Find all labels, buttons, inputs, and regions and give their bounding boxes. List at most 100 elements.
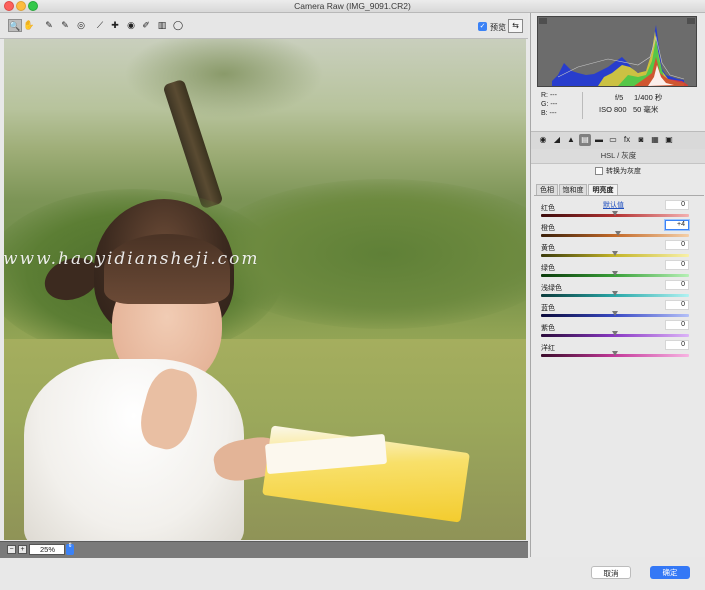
- tab-lens[interactable]: ▭: [607, 134, 619, 146]
- slider-thumb[interactable]: [612, 311, 618, 316]
- tab-effects[interactable]: fx: [621, 134, 633, 146]
- slider-label: 橙色: [541, 225, 555, 232]
- tool-bar: 🔍 ✋ ✎ ✎ ◎ ⟋ ✚ ◉ ✐ ▥ ◯ ✓ 预览 ⇆: [0, 13, 528, 39]
- sampler-icon: ✎: [61, 20, 69, 30]
- iso-readout: ISO 800: [599, 105, 627, 114]
- shadow-clipping-toggle[interactable]: [539, 18, 547, 24]
- blue-readout: B: ---: [541, 110, 557, 117]
- tab-split-toning[interactable]: ▬: [593, 134, 605, 146]
- slider-row: 橙色 +4: [541, 220, 691, 242]
- panel-tabs: ◉ ◢ ▲ ▤ ▬ ▭ fx ◙ ▦ ▣: [531, 131, 705, 150]
- panel-title: HSL / 灰度: [531, 149, 705, 164]
- subtab-hue[interactable]: 色相: [536, 184, 558, 195]
- zoom-out-button[interactable]: −: [7, 545, 16, 554]
- eye-icon: ◉: [127, 20, 135, 30]
- toggle-fullscreen-button[interactable]: ⇆: [508, 19, 523, 33]
- ok-button[interactable]: 确定: [650, 566, 690, 579]
- tab-hsl[interactable]: ▤: [579, 134, 591, 146]
- readout-divider: [582, 92, 583, 119]
- white-balance-tool[interactable]: ✎: [42, 19, 56, 32]
- preview-checkbox[interactable]: ✓: [478, 22, 487, 31]
- magnifier-icon: 🔍: [9, 21, 21, 31]
- slider-value-field[interactable]: 0: [665, 200, 689, 210]
- slider-label: 紫色: [541, 325, 555, 332]
- slider-thumb[interactable]: [612, 251, 618, 256]
- slider-value-field[interactable]: 0: [665, 340, 689, 350]
- radial-filter-tool[interactable]: ◯: [171, 19, 185, 32]
- slider-thumb[interactable]: [612, 271, 618, 276]
- tab-snapshots[interactable]: ▣: [663, 134, 675, 146]
- tree-canopy: [124, 39, 324, 119]
- slider-label: 红色: [541, 205, 555, 212]
- hand-icon: ✋: [23, 20, 35, 30]
- preview-label: 预览: [490, 23, 506, 32]
- straighten-tool[interactable]: ⟋: [93, 19, 107, 32]
- slider-thumb[interactable]: [612, 211, 618, 216]
- aperture-readout: f/5: [615, 93, 624, 102]
- slider-value-field[interactable]: 0: [665, 300, 689, 310]
- graduated-filter-tool[interactable]: ▥: [155, 19, 169, 32]
- slider-row: 红色 0: [541, 200, 691, 222]
- adjustment-brush-tool[interactable]: ✐: [139, 19, 153, 32]
- hand-tool[interactable]: ✋: [22, 19, 36, 32]
- zoom-level-field[interactable]: 25%: [29, 544, 65, 555]
- focal-length-readout: 50 毫米: [633, 105, 659, 114]
- color-sampler-tool[interactable]: ✎: [58, 19, 72, 32]
- girl-bangs: [104, 234, 230, 304]
- slider-row: 紫色 0: [541, 320, 691, 342]
- straighten-icon: ⟋: [96, 20, 104, 30]
- convert-grayscale-checkbox[interactable]: [595, 167, 603, 175]
- window-title: Camera Raw (IMG_9091.CR2): [294, 1, 411, 11]
- gradient-icon: ▥: [157, 20, 167, 30]
- slider-value-field[interactable]: 0: [665, 320, 689, 330]
- shutter-readout: 1/400 秒: [634, 93, 663, 102]
- slider-row: 绿色 0: [541, 260, 691, 282]
- slider-row: 浅绿色 0: [541, 280, 691, 302]
- tab-basic[interactable]: ◉: [537, 134, 549, 146]
- slider-label: 洋红: [541, 345, 555, 352]
- title-bar: Camera Raw (IMG_9091.CR2): [0, 0, 705, 13]
- slider-value-field[interactable]: 0: [665, 260, 689, 270]
- tab-camera-calibration[interactable]: ◙: [635, 134, 647, 146]
- spot-icon: ✚: [111, 20, 119, 30]
- brush-icon: ✐: [142, 20, 150, 30]
- slider-thumb[interactable]: [612, 351, 618, 356]
- slider-label: 黄色: [541, 245, 555, 252]
- adjustment-panel: R: --- G: --- B: --- f/5 1/400 秒 ISO 800…: [530, 13, 705, 557]
- girl-dress: [24, 359, 244, 540]
- slider-row: 蓝色 0: [541, 300, 691, 322]
- target-icon: ◎: [77, 20, 85, 30]
- convert-grayscale-label: 转换为灰度: [606, 168, 641, 175]
- zoom-tool[interactable]: 🔍: [8, 19, 22, 32]
- slider-value-field[interactable]: 0: [665, 240, 689, 250]
- zoom-in-button[interactable]: +: [18, 545, 27, 554]
- zoom-stepper[interactable]: ⇕: [66, 543, 74, 555]
- watermark-text: www.haoyidiansheji.com: [3, 249, 260, 269]
- radial-icon: ◯: [172, 20, 184, 30]
- slider-label: 绿色: [541, 265, 555, 272]
- highlight-clipping-toggle[interactable]: [687, 18, 695, 24]
- hsl-subtabs: 色相 饱和度 明亮度: [534, 183, 704, 196]
- slider-row: 黄色 0: [541, 240, 691, 262]
- spot-removal-tool[interactable]: ✚: [108, 19, 122, 32]
- zoom-bar: − + 25% ⇕: [0, 541, 528, 558]
- red-eye-tool[interactable]: ◉: [124, 19, 138, 32]
- slider-row: 洋红 0: [541, 340, 691, 362]
- image-preview[interactable]: [4, 39, 526, 540]
- slider-value-field[interactable]: +4: [665, 220, 689, 230]
- tab-tone-curve[interactable]: ◢: [551, 134, 563, 146]
- subtab-saturation[interactable]: 饱和度: [559, 184, 587, 195]
- subtab-luminance[interactable]: 明亮度: [588, 184, 618, 195]
- slider-thumb[interactable]: [612, 331, 618, 336]
- green-readout: G: ---: [541, 101, 558, 108]
- slider-label: 蓝色: [541, 305, 555, 312]
- slider-thumb[interactable]: [612, 291, 618, 296]
- tab-presets[interactable]: ▦: [649, 134, 661, 146]
- cancel-button[interactable]: 取消: [591, 566, 631, 579]
- slider-thumb[interactable]: [615, 231, 621, 236]
- slider-value-field[interactable]: 0: [665, 280, 689, 290]
- tab-detail[interactable]: ▲: [565, 134, 577, 146]
- targeted-adjustment-tool[interactable]: ◎: [74, 19, 88, 32]
- eyedropper-icon: ✎: [45, 20, 53, 30]
- histogram-graph: [552, 25, 688, 86]
